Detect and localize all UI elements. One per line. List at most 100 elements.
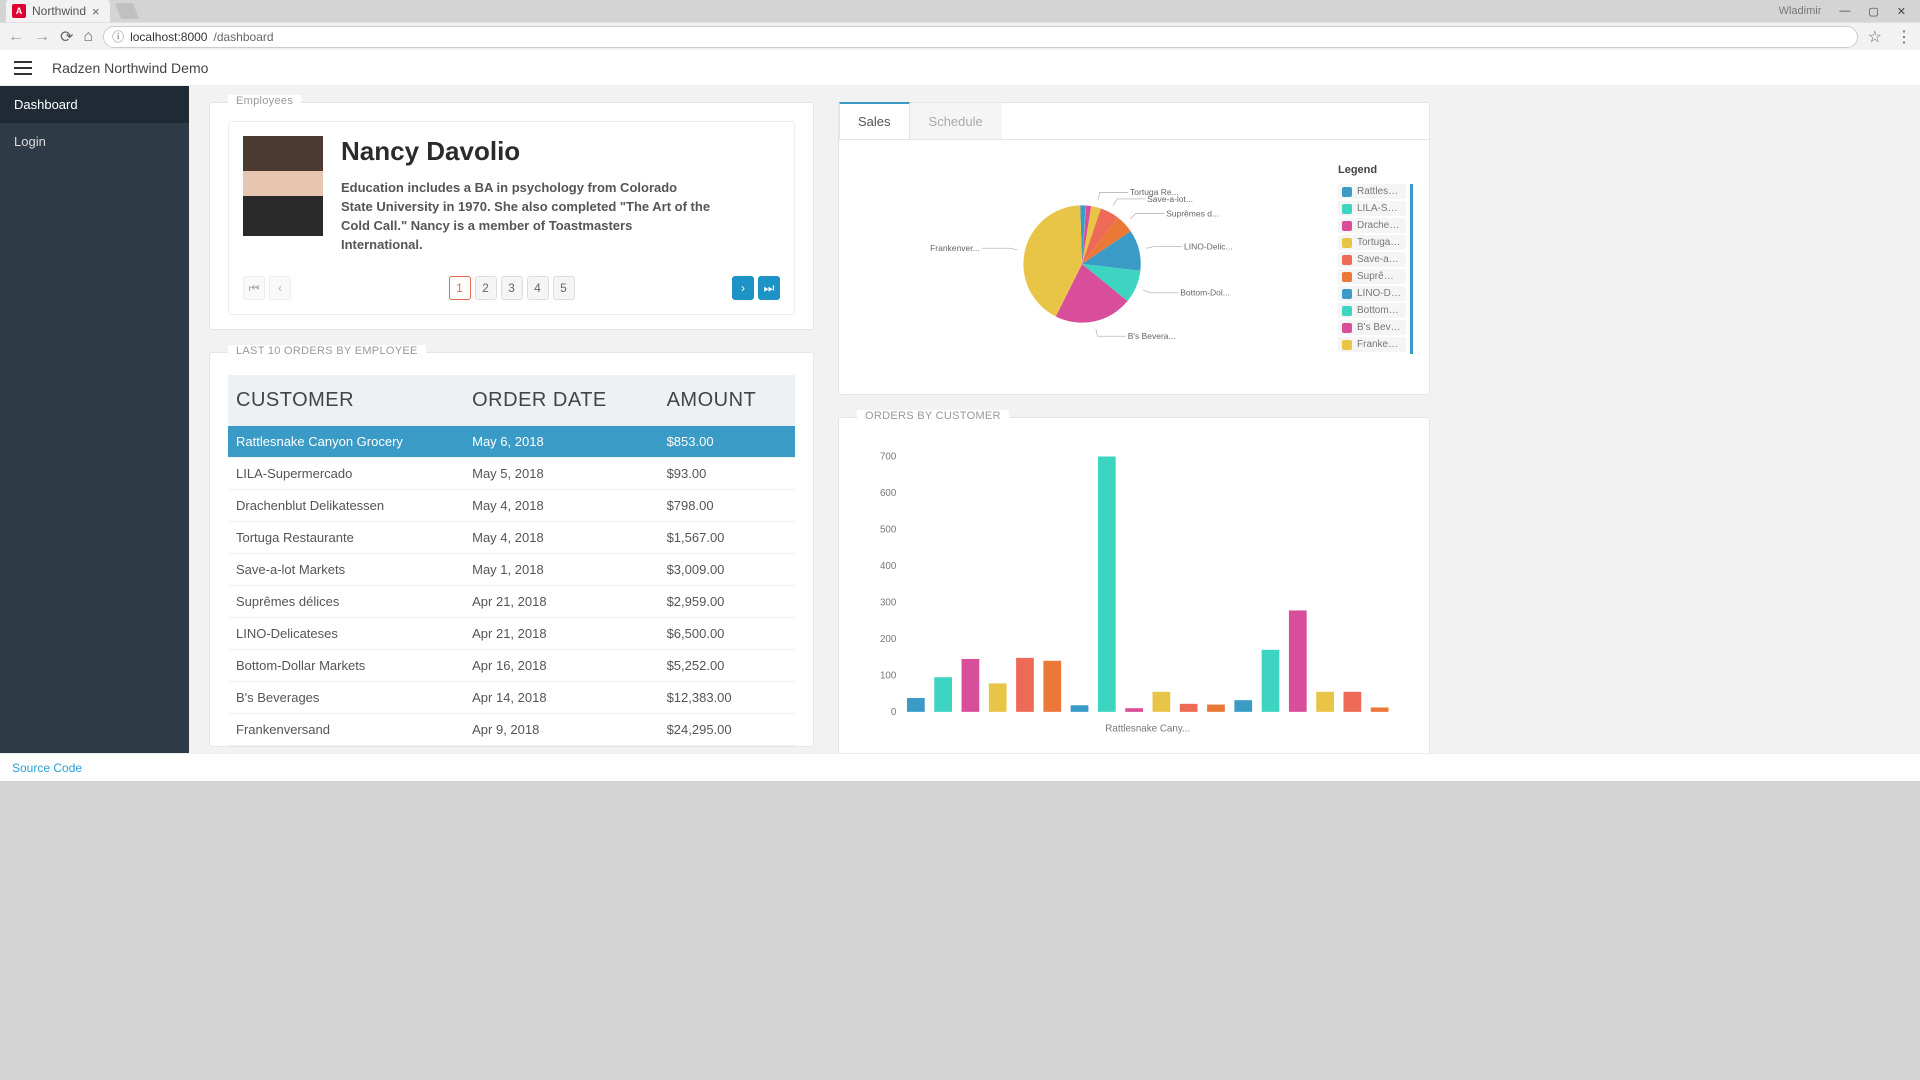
tab-title: Northwind xyxy=(32,4,86,18)
cell-customer: LINO-Delicateses xyxy=(228,618,464,650)
legend-item[interactable]: LILA-Supe... xyxy=(1338,201,1406,216)
avatar xyxy=(243,136,323,236)
legend-label: LILA-Supe... xyxy=(1357,203,1402,214)
sales-card: SalesSchedule Tortuga Re...Save-a-lot...… xyxy=(838,102,1430,395)
cell-amount: $1,567.00 xyxy=(659,522,795,554)
tab-schedule[interactable]: Schedule xyxy=(910,103,1002,139)
minimize-icon[interactable]: — xyxy=(1839,5,1850,17)
svg-text:B's Bevera...: B's Bevera... xyxy=(1128,331,1176,341)
app-title: Radzen Northwind Demo xyxy=(52,60,208,76)
table-row[interactable]: Bottom-Dollar MarketsApr 16, 2018$5,252.… xyxy=(228,650,795,682)
forward-icon: → xyxy=(34,28,50,46)
pager-page-2[interactable]: 2 xyxy=(475,276,497,300)
cell-date: Apr 14, 2018 xyxy=(464,682,658,714)
reload-icon[interactable]: ⟳ xyxy=(60,27,73,47)
legend-label: LINO-Deli... xyxy=(1357,288,1402,299)
legend-swatch xyxy=(1342,272,1352,282)
table-row[interactable]: Rattlesnake Canyon GroceryMay 6, 2018$85… xyxy=(228,426,795,458)
cell-customer: LILA-Supermercado xyxy=(228,458,464,490)
menu-icon[interactable]: ⋮ xyxy=(1896,27,1912,47)
pager-page-1[interactable]: 1 xyxy=(449,276,471,300)
legend-item[interactable]: LINO-Deli... xyxy=(1338,286,1406,301)
legend-item[interactable]: Bottom-D... xyxy=(1338,303,1406,318)
source-code-link[interactable]: Source Code xyxy=(12,761,82,775)
employee-bio: Education includes a BA in psychology fr… xyxy=(341,179,711,254)
maximize-icon[interactable]: ▢ xyxy=(1868,5,1878,18)
table-row[interactable]: Save-a-lot MarketsMay 1, 2018$3,009.00 xyxy=(228,554,795,586)
pager-first: ⏮ xyxy=(243,276,265,300)
legend-item[interactable]: Save-a-lo... xyxy=(1338,252,1406,267)
svg-text:Suprêmes d...: Suprêmes d... xyxy=(1166,208,1219,218)
home-icon[interactable]: ⌂ xyxy=(83,28,93,46)
svg-text:LINO-Delic...: LINO-Delic... xyxy=(1184,241,1233,251)
close-icon[interactable]: × xyxy=(92,4,100,19)
table-row[interactable]: LINO-DelicatesesApr 21, 2018$6,500.00 xyxy=(228,618,795,650)
sidebar-item-dashboard[interactable]: Dashboard xyxy=(0,86,189,123)
legend-swatch xyxy=(1342,306,1352,316)
legend-swatch xyxy=(1342,255,1352,265)
cell-customer: Bottom-Dollar Markets xyxy=(228,650,464,682)
svg-text:700: 700 xyxy=(880,451,897,462)
profile-name[interactable]: Wladimir xyxy=(1779,5,1822,17)
legend-item[interactable]: B's Bever... xyxy=(1338,320,1406,335)
content: Employees Nancy Davolio Education includ… xyxy=(189,86,1920,753)
tab-bar: A Northwind × Wladimir — ▢ ✕ xyxy=(0,0,1920,22)
pager-page-4[interactable]: 4 xyxy=(527,276,549,300)
employees-card: Employees Nancy Davolio Education includ… xyxy=(209,102,814,330)
footer: Source Code xyxy=(0,753,1920,781)
close-window-icon[interactable]: ✕ xyxy=(1897,5,1906,18)
legend-item[interactable]: Rattlesna... xyxy=(1338,184,1406,199)
angular-icon: A xyxy=(12,4,26,18)
new-tab-button[interactable] xyxy=(115,3,139,19)
hamburger-icon[interactable] xyxy=(14,61,32,75)
legend-item[interactable]: Tortuga R... xyxy=(1338,235,1406,250)
bar-chart-title: ORDERS BY CUSTOMER xyxy=(857,410,1009,422)
sidebar-item-login[interactable]: Login xyxy=(0,123,189,160)
legend-swatch xyxy=(1342,340,1352,350)
tab-sales[interactable]: Sales xyxy=(839,102,910,139)
legend-item[interactable]: Drachenb... xyxy=(1338,218,1406,233)
employees-title: Employees xyxy=(228,95,301,107)
star-icon[interactable]: ☆ xyxy=(1868,27,1882,47)
employee-name: Nancy Davolio xyxy=(341,136,711,167)
table-row[interactable]: B's BeveragesApr 14, 2018$12,383.00 xyxy=(228,682,795,714)
pager-page-3[interactable]: 3 xyxy=(501,276,523,300)
cell-amount: $2,959.00 xyxy=(659,586,795,618)
sidebar: DashboardLogin xyxy=(0,86,189,753)
table-row[interactable]: Suprêmes délicesApr 21, 2018$2,959.00 xyxy=(228,586,795,618)
svg-text:100: 100 xyxy=(880,670,897,681)
pie-chart: Tortuga Re...Save-a-lot...Suprêmes d...L… xyxy=(855,164,1328,364)
cell-amount: $853.00 xyxy=(659,426,795,458)
legend-item[interactable]: Suprêmes... xyxy=(1338,269,1406,284)
legend-label: Save-a-lo... xyxy=(1357,254,1402,265)
bar-chart-card: ORDERS BY CUSTOMER 010020030040050060070… xyxy=(838,417,1430,753)
orders-card: LAST 10 ORDERS BY EMPLOYEE CUSTOMERORDER… xyxy=(209,352,814,747)
legend-item[interactable]: Frankenv... xyxy=(1338,337,1406,352)
pager-next[interactable]: › xyxy=(732,276,754,300)
column-amount[interactable]: AMOUNT xyxy=(659,375,795,426)
cell-date: May 4, 2018 xyxy=(464,522,658,554)
svg-text:0: 0 xyxy=(891,707,897,718)
browser-tab[interactable]: A Northwind × xyxy=(6,0,110,22)
app: Radzen Northwind Demo DashboardLogin Emp… xyxy=(0,50,1920,781)
pager-page-5[interactable]: 5 xyxy=(553,276,575,300)
cell-amount: $12,383.00 xyxy=(659,682,795,714)
bar-chart: 0100200300400500600700Rattlesnake Cany..… xyxy=(859,444,1409,744)
column-customer[interactable]: CUSTOMER xyxy=(228,375,464,426)
url-input[interactable]: ⓘ localhost:8000/dashboard xyxy=(103,26,1858,48)
cell-amount: $24,295.00 xyxy=(659,714,795,746)
info-icon[interactable]: ⓘ xyxy=(112,28,124,45)
svg-text:300: 300 xyxy=(880,597,897,608)
column-order date[interactable]: ORDER DATE xyxy=(464,375,658,426)
table-row[interactable]: LILA-SupermercadoMay 5, 2018$93.00 xyxy=(228,458,795,490)
cell-customer: Tortuga Restaurante xyxy=(228,522,464,554)
table-row[interactable]: Tortuga RestauranteMay 4, 2018$1,567.00 xyxy=(228,522,795,554)
table-row[interactable]: Drachenblut DelikatessenMay 4, 2018$798.… xyxy=(228,490,795,522)
cell-amount: $798.00 xyxy=(659,490,795,522)
table-row[interactable]: FrankenversandApr 9, 2018$24,295.00 xyxy=(228,714,795,746)
cell-date: Apr 9, 2018 xyxy=(464,714,658,746)
url-path: /dashboard xyxy=(213,30,273,44)
pager-last[interactable]: ⏭ xyxy=(758,276,780,300)
legend-label: B's Bever... xyxy=(1357,322,1402,333)
back-icon[interactable]: ← xyxy=(8,28,24,46)
